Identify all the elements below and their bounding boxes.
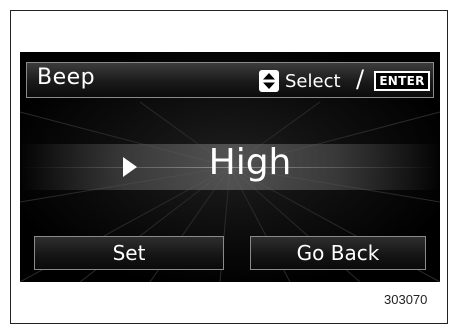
separator-slash: /	[356, 65, 365, 93]
setting-title: Beep	[37, 65, 96, 90]
display-screen: Beep Select / ENTER High Set Go Back	[20, 52, 440, 282]
go-back-button[interactable]: Go Back	[250, 236, 426, 270]
setting-value[interactable]: High	[170, 142, 330, 183]
right-triangle-pointer-icon	[123, 157, 137, 177]
figure-number: 303070	[384, 292, 428, 307]
header-bar: Beep Select / ENTER	[26, 62, 434, 98]
up-down-arrows-icon	[259, 70, 279, 92]
enter-key-label: ENTER	[374, 71, 430, 91]
set-button[interactable]: Set	[34, 236, 224, 270]
select-label: Select	[285, 71, 341, 92]
